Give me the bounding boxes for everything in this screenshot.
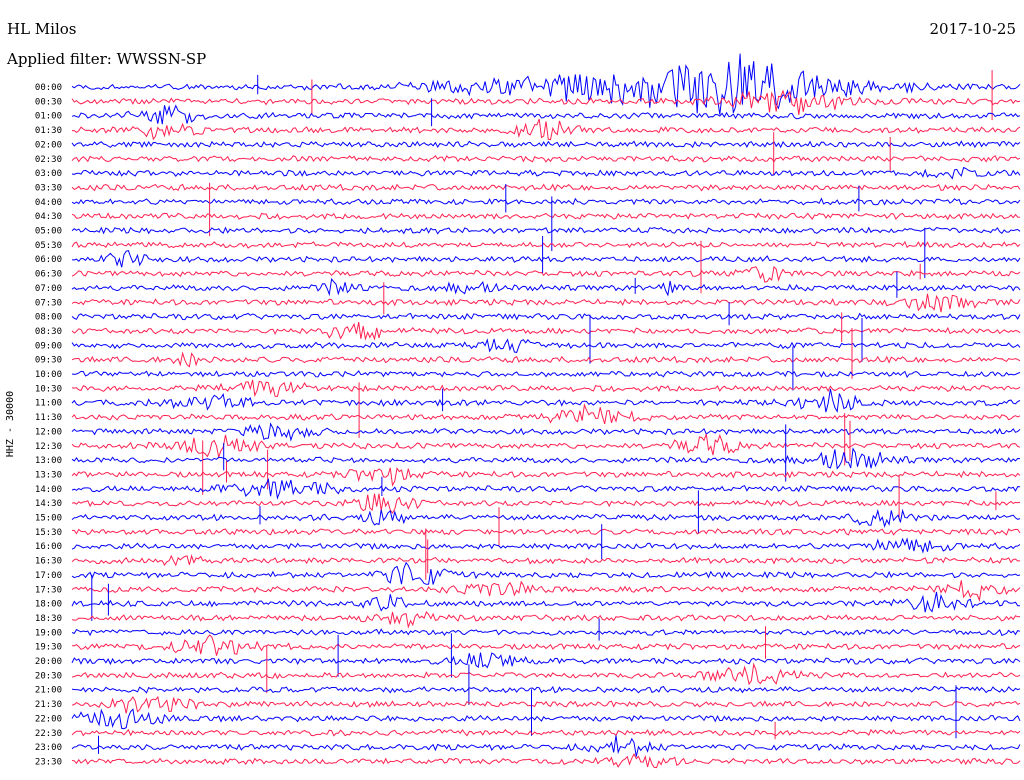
row-time-label: 11:00 [35,399,62,409]
trace-line [71,508,1021,529]
row-time-label: 16:00 [35,542,62,552]
row-time-label: 17:30 [35,585,62,595]
trace-line [71,226,1021,235]
row-time-label: 15:00 [35,514,62,524]
trace-line [71,422,1021,442]
row-time-label: 00:00 [35,83,62,93]
row-time-label: 07:30 [35,298,62,308]
row-time-label: 23:00 [35,743,62,753]
row-time-label: 20:00 [35,657,62,667]
channel-label: HHZ - 30000 [5,391,16,457]
trace-line [71,728,1021,737]
row-time-label: 00:30 [35,97,62,107]
row-time-label: 02:00 [35,140,62,150]
row-time-label: 08:30 [35,327,62,337]
row-time-label: 13:00 [35,456,62,466]
row-time-label: 03:30 [35,183,62,193]
trace-line [71,388,1021,413]
trace-line [71,322,1021,341]
row-time-label: 19:00 [35,628,62,638]
row-time-label: 09:00 [35,341,62,351]
trace-line [71,166,1021,180]
row-time-label: 05:30 [35,241,62,251]
row-time-label: 04:00 [35,198,62,208]
trace-line [71,212,1021,221]
trace-line [71,183,1021,192]
row-time-label: 14:00 [35,485,62,495]
row-time-label: 07:00 [35,284,62,294]
row-time-label: 08:00 [35,313,62,323]
trace-line [71,89,1021,115]
row-time-label: 21:00 [35,686,62,696]
trace-line [71,561,1021,585]
trace-line [71,611,1021,629]
trace-line [71,477,1021,500]
row-time-label: 22:00 [35,714,62,724]
trace-line [71,735,1021,757]
trace-line [71,249,1021,268]
trace-line [71,351,1021,368]
trace-line [71,652,1021,669]
trace-line [71,197,1021,206]
row-time-label: 12:30 [35,442,62,452]
row-time-label: 14:30 [35,499,62,509]
trace-line [71,537,1021,554]
trace-line [71,628,1021,637]
row-time-label: 17:00 [35,571,62,581]
trace-line [71,277,1021,297]
trace-line [71,695,1021,714]
trace-line [71,753,1021,769]
row-time-label: 22:30 [35,729,62,739]
trace-line [71,338,1021,353]
trace-line [71,528,1021,536]
row-time-label: 05:00 [35,227,62,237]
trace-line [71,293,1021,313]
trace-line [71,379,1021,398]
trace-group [71,53,1021,769]
row-time-label: 13:30 [35,470,62,480]
trace-line [71,434,1021,459]
trace-line [71,403,1021,425]
row-time-label: 10:30 [35,384,62,394]
trace-line [71,240,1021,249]
row-time-label: 10:00 [35,370,62,380]
trace-line [71,155,1021,163]
row-time-label: 23:30 [35,757,62,767]
row-time-label: 11:30 [35,413,62,423]
row-time-label: 03:00 [35,169,62,179]
row-time-label: 19:30 [35,643,62,653]
row-time-label: 15:30 [35,528,62,538]
trace-line [71,634,1021,656]
row-time-label: 06:30 [35,270,62,280]
trace-line [71,265,1021,283]
row-time-label: 16:30 [35,557,62,567]
row-time-label: 02:30 [35,155,62,165]
row-time-label: 18:30 [35,614,62,624]
trace-line [71,53,1021,115]
row-time-label: 01:30 [35,126,62,136]
trace-line [71,447,1021,470]
tick-label-group: 00:00 00:30 01:00 01:30 02:00 02:30 03:00 03:30… [35,83,62,767]
row-time-label: 01:00 [35,112,62,122]
row-time-label: 06:00 [35,255,62,265]
trace-line [71,685,1021,694]
trace-line [71,370,1021,379]
trace-line [72,118,1021,141]
row-time-label: 18:00 [35,600,62,610]
row-time-label: 20:30 [35,671,62,681]
trace-line [71,708,1021,730]
row-time-label: 04:30 [35,212,62,222]
trace-line [71,140,1021,149]
trace-line [71,591,1020,613]
row-time-label: 09:30 [35,356,62,366]
trace-line [71,662,1021,686]
row-time-label: 12:00 [35,427,62,437]
trace-line [71,580,1021,602]
trace-line [71,312,1021,321]
helicorder-plot: 00:00 00:30 01:00 01:30 02:00 02:30 03:00 03:30… [5,53,1021,769]
row-time-label: 21:30 [35,700,62,710]
trace-line [71,554,1021,567]
trace-line [71,467,1021,487]
